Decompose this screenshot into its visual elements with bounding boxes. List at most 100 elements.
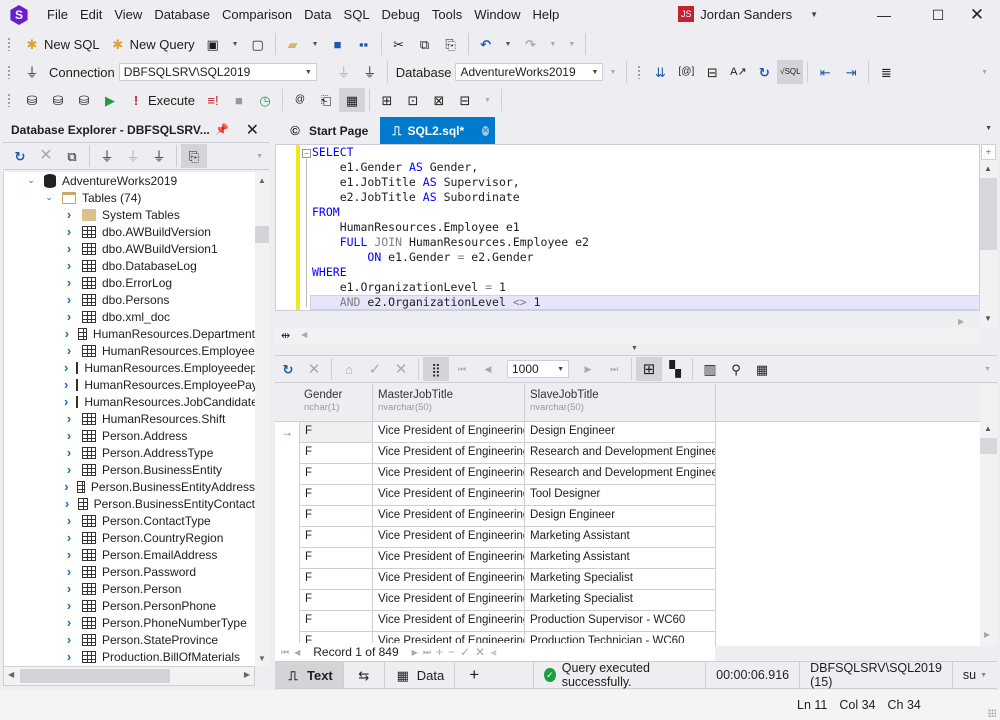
table-cell[interactable]: F (299, 464, 373, 485)
chevron-down-icon[interactable]: ▼ (810, 10, 818, 19)
table-cell[interactable]: Vice President of Engineering (373, 422, 525, 443)
table-cell[interactable]: Vice President of Engineering (373, 569, 525, 590)
query-builder-button[interactable]: ⊞ (374, 88, 400, 112)
tree-node-tables[interactable]: ⌄ Tables (74) (4, 189, 255, 206)
chevron-right-icon[interactable]: › (64, 292, 74, 307)
table-cell[interactable]: Vice President of Engineering (373, 506, 525, 527)
tab-start-page[interactable]: © Start Page (275, 117, 380, 144)
connect-button[interactable]: ⏚ (331, 60, 357, 84)
last-page-button[interactable]: ⏭ (601, 357, 627, 381)
tree-vertical-scrollbar[interactable]: ▲ ▼ (255, 172, 269, 666)
chevron-right-icon[interactable]: › (64, 530, 74, 545)
tree-node-database[interactable]: ⌄ AdventureWorks2019 (4, 172, 255, 189)
split-editor-button[interactable]: ÷ (981, 144, 996, 160)
table-cell[interactable]: Vice President of Engineering (373, 527, 525, 548)
menu-edit[interactable]: Edit (74, 0, 108, 30)
sql-editor[interactable]: − SELECT e1.Gender AS Gender, e1.JobTitl… (275, 144, 980, 311)
tree-node-table[interactable]: › Person.Address (4, 427, 255, 444)
scrollbar-thumb[interactable] (20, 669, 170, 683)
parameters-button[interactable]: [@] (673, 60, 699, 84)
tree-node-table[interactable]: › Person.BusinessEntityContact (4, 495, 255, 512)
add-tab-button[interactable]: + (454, 662, 493, 688)
explorer-collapse-button[interactable]: ⧉ (59, 144, 85, 168)
menu-comparison[interactable]: Comparison (216, 0, 298, 30)
table-cell[interactable]: F (299, 506, 373, 527)
disconnect-button[interactable]: ⏚ (357, 60, 383, 84)
find-button[interactable]: ⚲ (723, 357, 749, 381)
scroll-down-icon[interactable]: ▼ (984, 314, 992, 323)
chevron-right-icon[interactable]: › (64, 428, 74, 443)
tab-sql2[interactable]: ⎍ SQL2.sql* ✕ (380, 117, 496, 144)
last-record-icon[interactable]: ⏭ (423, 647, 431, 658)
table-row[interactable]: F Vice President of Engineering Marketing … (275, 569, 716, 590)
fold-toggle[interactable]: − (302, 149, 311, 158)
redo-button[interactable]: ↷ (517, 32, 543, 56)
cut-button[interactable]: ✂ (386, 32, 412, 56)
toolbar-grip[interactable] (637, 65, 642, 79)
query-profiler-button[interactable]: @ (287, 88, 313, 112)
resize-grip[interactable] (988, 709, 996, 717)
database-select[interactable]: AdventureWorks2019 ▼ (455, 63, 604, 81)
scrollbar-thumb[interactable] (255, 226, 269, 243)
table-cell[interactable]: F (299, 569, 373, 590)
go-to-definition-button[interactable]: ⊟ (699, 60, 725, 84)
comment-button[interactable]: ≣ (873, 60, 899, 84)
open-dropdown[interactable]: ▼ (306, 41, 325, 48)
refresh-grid-data-button[interactable]: ▦ (749, 357, 775, 381)
scroll-down-icon[interactable]: ▼ (258, 654, 266, 663)
redo-dropdown[interactable]: ▼ (543, 41, 562, 48)
menu-database[interactable]: Database (148, 0, 216, 30)
menu-view[interactable]: View (108, 0, 148, 30)
table-cell[interactable]: Design Engineer (525, 506, 716, 527)
card-view-button[interactable]: ▚ (662, 357, 688, 381)
column-header-gender[interactable]: Gender nchar(1) (299, 384, 373, 422)
sql-code[interactable]: SELECT e1.Gender AS Gender, e1.JobTitle … (312, 145, 589, 310)
tree-node-table[interactable]: › Person.PersonPhone (4, 597, 255, 614)
tree-node-table[interactable]: › Production.BillOfMaterials (4, 648, 255, 665)
table-cell[interactable]: F (299, 527, 373, 548)
splitter-handle[interactable]: ▼ (631, 345, 638, 352)
table-cell[interactable]: Marketing Specialist (525, 569, 716, 590)
scrollbar-thumb[interactable] (980, 438, 997, 454)
chevron-right-icon[interactable]: › (64, 649, 74, 664)
grid-apply-button[interactable]: ✓ (362, 357, 388, 381)
tree-node-table[interactable]: › System Tables (4, 206, 255, 223)
delete-record-icon[interactable]: − (448, 645, 455, 659)
validate-sql-button[interactable]: √SQL (777, 60, 804, 84)
report-button[interactable]: ⊟ (452, 88, 478, 112)
chevron-right-icon[interactable]: › (64, 479, 69, 494)
chevron-right-icon[interactable]: › (64, 615, 74, 630)
explorer-delete-button[interactable]: ✕ (33, 144, 59, 168)
scroll-left-icon[interactable]: ◀ (301, 330, 307, 339)
table-row[interactable]: F Vice President of Engineering Design Eng… (275, 506, 716, 527)
table-row[interactable]: F Vice President of Engineering Marketing … (275, 590, 716, 611)
toolbar-grip[interactable] (7, 65, 11, 79)
tree-node-table[interactable]: › HumanResources.Department (4, 325, 255, 342)
chevron-right-icon[interactable]: › (64, 411, 74, 426)
chevron-right-icon[interactable]: › (64, 581, 74, 596)
cancel-record-icon[interactable]: ✕ (475, 645, 485, 659)
tree-node-table[interactable]: › dbo.AWBuildVersion (4, 223, 255, 240)
stop-button[interactable]: ■ (226, 88, 252, 112)
menu-tools[interactable]: Tools (426, 0, 468, 30)
tree-node-table[interactable]: › Person.PhoneNumberType (4, 614, 255, 631)
data-tab[interactable]: ▦ Data (383, 662, 454, 688)
menu-data[interactable]: Data (298, 0, 337, 30)
refresh-button[interactable]: ↻ (751, 60, 777, 84)
new-connection-button[interactable]: ⏚ (19, 60, 45, 84)
chevron-right-icon[interactable]: › (64, 632, 74, 647)
tree-node-table[interactable]: › dbo.Persons (4, 291, 255, 308)
tree-node-table[interactable]: › HumanResources.Shift (4, 410, 255, 427)
tree-node-table[interactable]: › HumanResources.EmployeePay (4, 376, 255, 393)
grid-paging-button[interactable]: ⣿ (423, 357, 449, 381)
table-row[interactable]: F Vice President of Engineering Marketing … (275, 527, 716, 548)
grid-view-button[interactable]: ⊞ (636, 357, 662, 381)
grid-vertical-scrollbar[interactable]: ▲ ▶ (980, 384, 997, 646)
increase-indent-button[interactable]: ⇥ (838, 60, 864, 84)
results-toolbar-overflow[interactable]: ▼ (978, 366, 997, 373)
grid-discard-button[interactable]: ✕ (388, 357, 414, 381)
scroll-right-icon[interactable]: ▶ (958, 317, 964, 326)
grid-cancel-button[interactable]: ✕ (301, 357, 327, 381)
split-horizontal-icon[interactable]: ⇹ (281, 329, 290, 342)
prev-record-icon[interactable]: ◀ (294, 648, 300, 657)
